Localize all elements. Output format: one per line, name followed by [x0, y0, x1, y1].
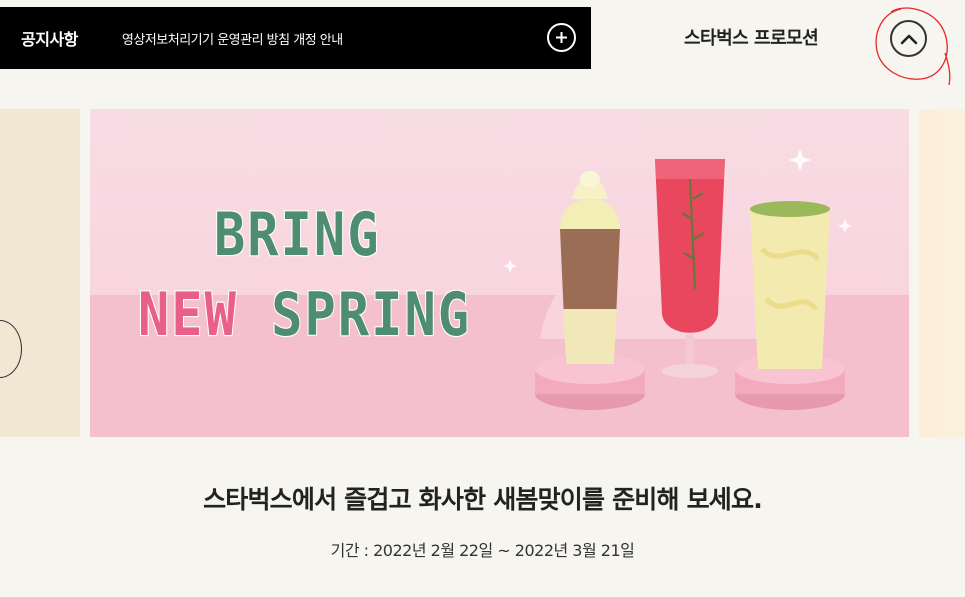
promotion-toggle-button[interactable]	[890, 20, 927, 57]
plus-icon	[556, 32, 567, 43]
promotion-title: 스타벅스 프로모션	[684, 28, 819, 49]
banner-new-word: NEW	[137, 280, 238, 351]
previous-slide-peek	[0, 109, 80, 437]
notice-more-button[interactable]	[547, 23, 576, 52]
next-slide-peek	[919, 109, 965, 437]
drinks-illustration	[503, 149, 852, 410]
notice-bar: 공지사항 영상저보처리기기 운영관리 방침 개정 안내	[0, 7, 591, 69]
notice-link[interactable]: 영상저보처리기기 운영관리 방침 개정 안내	[122, 29, 343, 48]
chevron-up-icon	[900, 34, 917, 44]
notice-title: 공지사항	[21, 30, 78, 49]
banner-spring-word: SPRING	[270, 280, 472, 351]
banner-new-spring-text: NEW SPRING	[137, 280, 472, 351]
promotion-headline: 스타벅스에서 즐겁고 화사한 새봄맞이를 준비해 보세요.	[203, 485, 763, 514]
promotion-period: 기간 : 2022년 2월 22일 ~ 2022년 3월 21일	[330, 541, 635, 560]
promotion-banner[interactable]: BRING NEW SPRING	[90, 109, 909, 437]
banner-bring-text: BRING	[213, 200, 381, 271]
